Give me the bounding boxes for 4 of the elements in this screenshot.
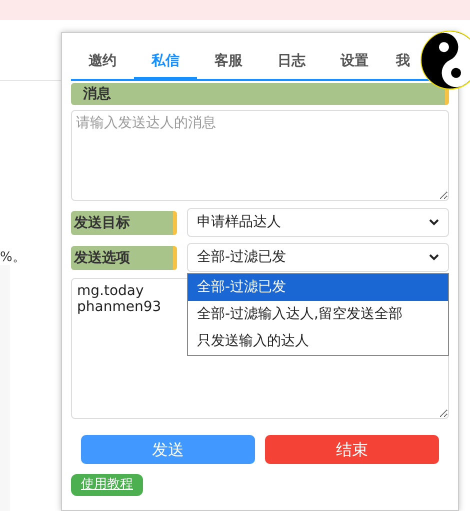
- field-label: 发送目标: [71, 210, 177, 234]
- section-header: 消息: [71, 83, 449, 105]
- page-text: %。: [0, 249, 26, 267]
- field-label: 发送选项: [71, 246, 177, 270]
